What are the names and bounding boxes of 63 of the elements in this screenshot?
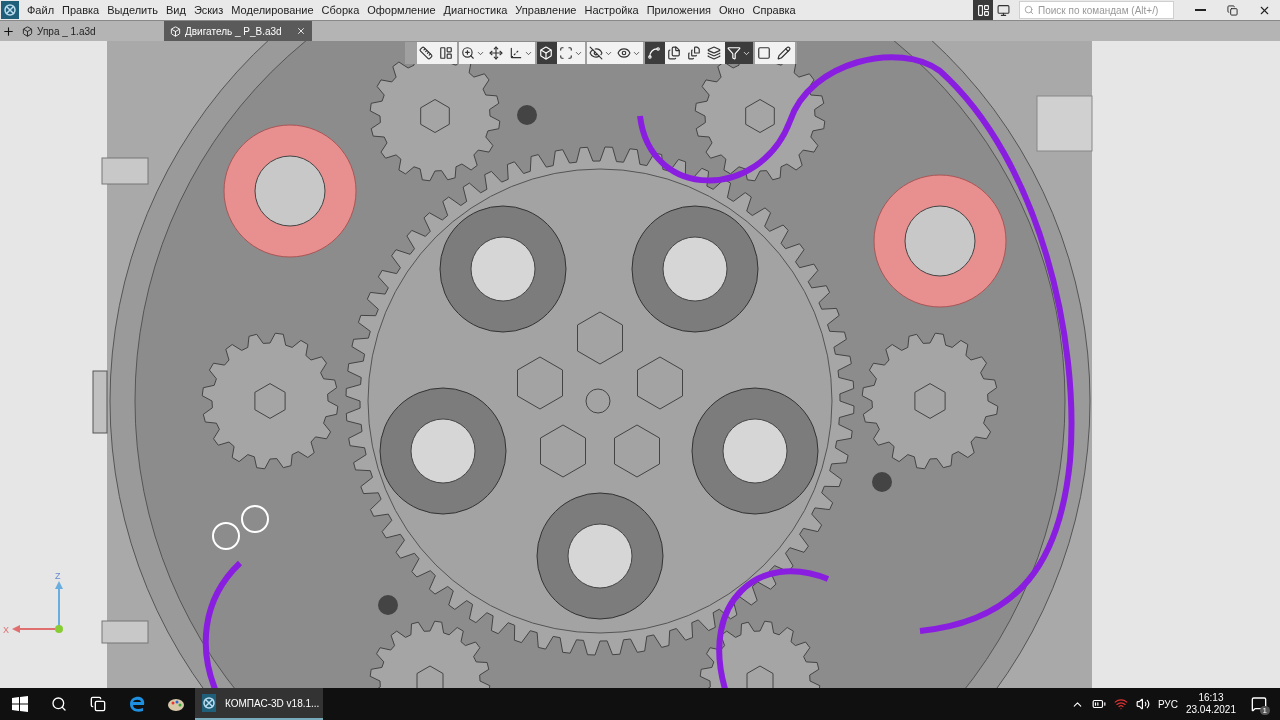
pencil-icon xyxy=(777,46,791,60)
monitor-icon xyxy=(996,3,1010,17)
menu-item[interactable]: Файл xyxy=(23,4,59,16)
curve-icon xyxy=(647,46,661,60)
app-logo-icon xyxy=(1,1,19,19)
restore-icon xyxy=(1226,4,1238,16)
menu-item[interactable]: Приложения xyxy=(642,4,715,16)
notification-count: 1 xyxy=(1259,706,1270,715)
toolbar-button[interactable] xyxy=(537,42,557,64)
minimize-icon xyxy=(1194,9,1206,11)
app-logo-icon xyxy=(202,694,216,712)
stack-icon xyxy=(687,46,701,60)
notification-button[interactable]: 1 xyxy=(1244,688,1274,720)
menu-item[interactable]: Справка xyxy=(748,4,800,16)
plus-icon xyxy=(1,24,15,38)
battery-icon[interactable] xyxy=(1091,697,1106,711)
hidden-eye-icon xyxy=(589,46,603,60)
ruler-icon xyxy=(419,46,433,60)
cube-icon xyxy=(539,46,553,60)
panel-icon xyxy=(439,46,453,60)
pages-icon xyxy=(667,46,681,60)
search-icon xyxy=(1024,5,1034,15)
message-icon xyxy=(1251,696,1267,712)
document-icon xyxy=(170,25,181,37)
windows-logo-icon xyxy=(11,696,28,712)
frame-icon xyxy=(757,46,771,60)
origin-point xyxy=(55,625,63,633)
layers-icon xyxy=(707,46,721,60)
menu-item[interactable]: Моделирование xyxy=(227,4,318,16)
clock-date: 23.04.2021 xyxy=(1185,704,1236,716)
axis-icon xyxy=(509,46,523,60)
panel-toggle-button[interactable] xyxy=(973,0,993,20)
taskbar-app-button[interactable]: КОМПАС-3D v18.1... xyxy=(195,688,323,720)
panel-icon xyxy=(976,3,990,17)
menu-item[interactable]: Сборка xyxy=(317,4,364,16)
language-indicator[interactable]: РУС xyxy=(1157,698,1178,710)
zoom-icon xyxy=(461,46,475,60)
command-search-field[interactable]: Поиск по командам (Alt+/) xyxy=(1019,1,1174,19)
menu-item[interactable]: Диагностика xyxy=(439,4,512,16)
network-icon[interactable] xyxy=(1113,697,1128,711)
menu-item[interactable]: Выделить xyxy=(103,4,162,16)
eye-icon xyxy=(617,46,631,60)
close-tab-icon[interactable] xyxy=(296,26,306,36)
filter-icon xyxy=(727,46,741,60)
menu-item[interactable]: Эскиз xyxy=(189,4,228,16)
menu-item[interactable]: Правка xyxy=(58,4,104,16)
menu-item[interactable]: Окно xyxy=(715,4,749,16)
search-icon xyxy=(50,696,67,712)
menu-item[interactable]: Настройка xyxy=(580,4,643,16)
volume-icon[interactable] xyxy=(1135,697,1150,711)
menu-item[interactable]: Вид xyxy=(161,4,190,16)
task-view-icon xyxy=(89,696,106,712)
toolbar-button[interactable] xyxy=(725,42,753,64)
menu-item[interactable]: Управление xyxy=(511,4,581,16)
menu-item[interactable]: Оформление xyxy=(363,4,440,16)
document-tab[interactable]: Двигатель _ Р_В.a3d xyxy=(164,21,312,41)
axis-label: X xyxy=(3,625,9,635)
clock-time: 16:13 xyxy=(1198,692,1224,704)
document-icon xyxy=(22,25,33,37)
wireframe-icon xyxy=(559,46,573,60)
axis-label: Z xyxy=(55,571,61,581)
toolbar-button[interactable] xyxy=(645,42,665,64)
pan-icon xyxy=(489,46,503,60)
